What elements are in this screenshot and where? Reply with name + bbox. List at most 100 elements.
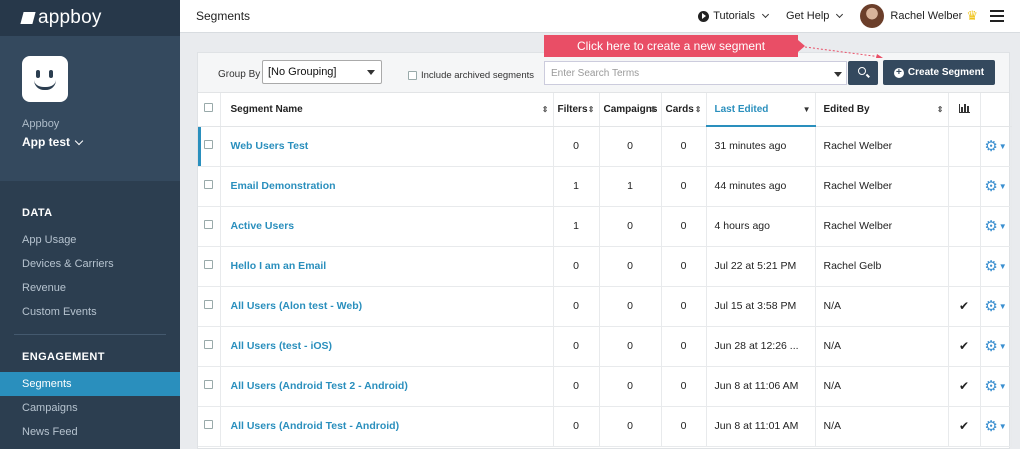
row-checkbox[interactable] bbox=[204, 300, 214, 309]
gear-dropdown-icon[interactable]: ⚙ ▼ bbox=[984, 417, 1006, 435]
nav-section-engagement: ENGAGEMENT bbox=[22, 351, 105, 363]
select-all-cell bbox=[198, 93, 221, 127]
col-cards-label: Cards bbox=[665, 103, 694, 115]
filters-count: 0 bbox=[553, 366, 600, 407]
top-right-controls: Tutorials Get Help Rachel Welber ♛ bbox=[698, 0, 1020, 32]
segment-name-link[interactable]: All Users (Alon test - Web) bbox=[220, 286, 554, 327]
row-checkbox[interactable] bbox=[204, 420, 214, 429]
row-checkbox[interactable] bbox=[204, 380, 214, 389]
help-menu[interactable]: Get Help bbox=[785, 10, 844, 22]
search-input[interactable] bbox=[545, 62, 825, 84]
create-segment-button[interactable]: + Create Segment bbox=[883, 60, 995, 85]
nav-item-app-usage[interactable]: App Usage bbox=[0, 228, 180, 252]
filters-count: 1 bbox=[553, 206, 600, 247]
sort-desc-icon: ▼ bbox=[802, 105, 811, 114]
search-button[interactable] bbox=[848, 61, 878, 85]
chevron-down-icon bbox=[74, 136, 84, 145]
cards-count: 0 bbox=[661, 406, 707, 447]
page-title: Segments bbox=[196, 9, 251, 23]
table-row[interactable]: All Users (test - iOS) 0 0 0 Jun 28 at 12:26… bbox=[198, 326, 1012, 367]
app-name-dropdown[interactable]: App test bbox=[22, 135, 180, 149]
app-name: App test bbox=[22, 135, 70, 149]
segment-name-link[interactable]: All Users (test - iOS) bbox=[220, 326, 554, 367]
select-all-checkbox[interactable] bbox=[204, 103, 214, 113]
col-filters[interactable]: Filters ⇕ bbox=[553, 93, 600, 127]
gear-dropdown-icon[interactable]: ⚙ ▼ bbox=[984, 217, 1006, 235]
col-analytics[interactable] bbox=[948, 93, 981, 127]
gear-dropdown-icon[interactable]: ⚙ ▼ bbox=[984, 177, 1006, 195]
tutorials-menu[interactable]: Tutorials bbox=[698, 10, 770, 22]
app-switcher: Appboy App test bbox=[0, 36, 180, 181]
col-last-edited[interactable]: Last Edited ▼ bbox=[706, 93, 816, 127]
nav-item-segments[interactable]: Segments bbox=[0, 372, 180, 396]
table-row[interactable]: All Users (Android Test - Android) 0 0 0 Jun… bbox=[198, 406, 1012, 447]
nav-item-devices-carriers[interactable]: Devices & Carriers bbox=[0, 252, 180, 276]
last-edited: Jul 22 at 5:21 PM bbox=[706, 246, 816, 287]
gear-dropdown-icon[interactable]: ⚙ ▼ bbox=[984, 377, 1006, 395]
gear-dropdown-icon[interactable]: ⚙ ▼ bbox=[984, 137, 1006, 155]
user-name[interactable]: Rachel Welber bbox=[890, 10, 962, 22]
app-smiley-icon bbox=[22, 56, 68, 102]
row-select-cell bbox=[198, 326, 221, 367]
last-edited: 4 hours ago bbox=[706, 206, 816, 247]
nav-item-campaigns[interactable]: Campaigns bbox=[0, 396, 180, 420]
segment-name-link[interactable]: Active Users bbox=[220, 206, 554, 247]
row-actions-cell: ⚙ ▼ bbox=[980, 326, 1012, 367]
segment-name-link[interactable]: Email Demonstration bbox=[220, 166, 554, 207]
filters-count: 0 bbox=[553, 406, 600, 447]
row-checkbox[interactable] bbox=[204, 340, 214, 349]
row-select-cell bbox=[198, 286, 221, 327]
cards-count: 0 bbox=[661, 206, 707, 247]
include-archived-label: Include archived segments bbox=[421, 70, 535, 81]
chevron-down-icon bbox=[761, 10, 770, 19]
sort-icon: ⇕ bbox=[936, 105, 944, 114]
table-row[interactable]: Web Users Test 0 0 0 31 minutes ago Rachel We… bbox=[198, 126, 1012, 167]
include-archived-toggle[interactable]: Include archived segments bbox=[408, 70, 534, 81]
table-row[interactable]: Hello I am an Email 0 0 0 Jul 22 at 5:21 PM R… bbox=[198, 246, 1012, 287]
gear-dropdown-icon[interactable]: ⚙ ▼ bbox=[984, 297, 1006, 315]
gear-dropdown-icon[interactable]: ⚙ ▼ bbox=[984, 337, 1006, 355]
table-row[interactable]: Email Demonstration 1 1 0 44 minutes ago Rach… bbox=[198, 166, 1012, 207]
plus-circle-icon: + bbox=[893, 67, 904, 78]
help-label: Get Help bbox=[785, 10, 830, 22]
cards-count: 0 bbox=[661, 126, 707, 167]
col-filters-label: Filters bbox=[557, 103, 588, 115]
segment-name-link[interactable]: All Users (Android Test 2 - Android) bbox=[220, 366, 554, 407]
row-status-cell: ✔ bbox=[948, 406, 981, 447]
table-row[interactable]: All Users (Alon test - Web) 0 0 0 Jul 15 at … bbox=[198, 286, 1012, 327]
include-archived-checkbox[interactable] bbox=[408, 71, 417, 80]
col-cards[interactable]: Cards ⇕ bbox=[661, 93, 707, 127]
hamburger-menu-icon[interactable] bbox=[990, 10, 1004, 22]
segments-panel: Group By [No Grouping] Include archived … bbox=[197, 52, 1012, 449]
table-row[interactable]: Active Users 1 0 0 4 hours ago Rachel Welber ⚙… bbox=[198, 206, 1012, 247]
table-row[interactable]: All Users (Android Test 2 - Android) 0 0 0 J… bbox=[198, 366, 1012, 407]
nav-item-news-feed[interactable]: News Feed bbox=[0, 420, 180, 444]
group-by-value: [No Grouping] bbox=[268, 66, 337, 78]
row-actions-cell: ⚙ ▼ bbox=[980, 406, 1012, 447]
row-checkbox[interactable] bbox=[204, 140, 214, 149]
col-edited-by[interactable]: Edited By ⇕ bbox=[815, 93, 949, 127]
nav-item-custom-events[interactable]: Custom Events bbox=[0, 300, 180, 324]
group-by-select[interactable]: [No Grouping] bbox=[262, 60, 382, 84]
segment-name-link[interactable]: Web Users Test bbox=[220, 126, 554, 167]
col-segment-name[interactable]: Segment Name ⇕ bbox=[220, 93, 554, 127]
checkmark-icon: ✔ bbox=[958, 339, 970, 353]
edited-by: N/A bbox=[815, 366, 949, 407]
edited-by: Rachel Welber bbox=[815, 166, 949, 207]
nav-item-revenue[interactable]: Revenue bbox=[0, 276, 180, 300]
row-actions-cell: ⚙ ▼ bbox=[980, 286, 1012, 327]
last-edited: Jun 8 at 11:01 AM bbox=[706, 406, 816, 447]
search-dropdown-caret-icon[interactable] bbox=[834, 72, 842, 77]
row-checkbox[interactable] bbox=[204, 220, 214, 229]
gear-dropdown-icon[interactable]: ⚙ ▼ bbox=[984, 257, 1006, 275]
segment-name-link[interactable]: All Users (Android Test - Android) bbox=[220, 406, 554, 447]
appboy-logo[interactable]: appboy bbox=[20, 7, 102, 29]
row-checkbox[interactable] bbox=[204, 260, 214, 269]
filters-count: 0 bbox=[553, 126, 600, 167]
avatar[interactable] bbox=[860, 4, 885, 28]
row-status-cell: ✔ bbox=[948, 326, 981, 367]
row-checkbox[interactable] bbox=[204, 180, 214, 189]
col-campaigns[interactable]: Campaigns ⇕ bbox=[599, 93, 662, 127]
checkmark-icon: ✔ bbox=[958, 299, 970, 313]
segment-name-link[interactable]: Hello I am an Email bbox=[220, 246, 554, 287]
